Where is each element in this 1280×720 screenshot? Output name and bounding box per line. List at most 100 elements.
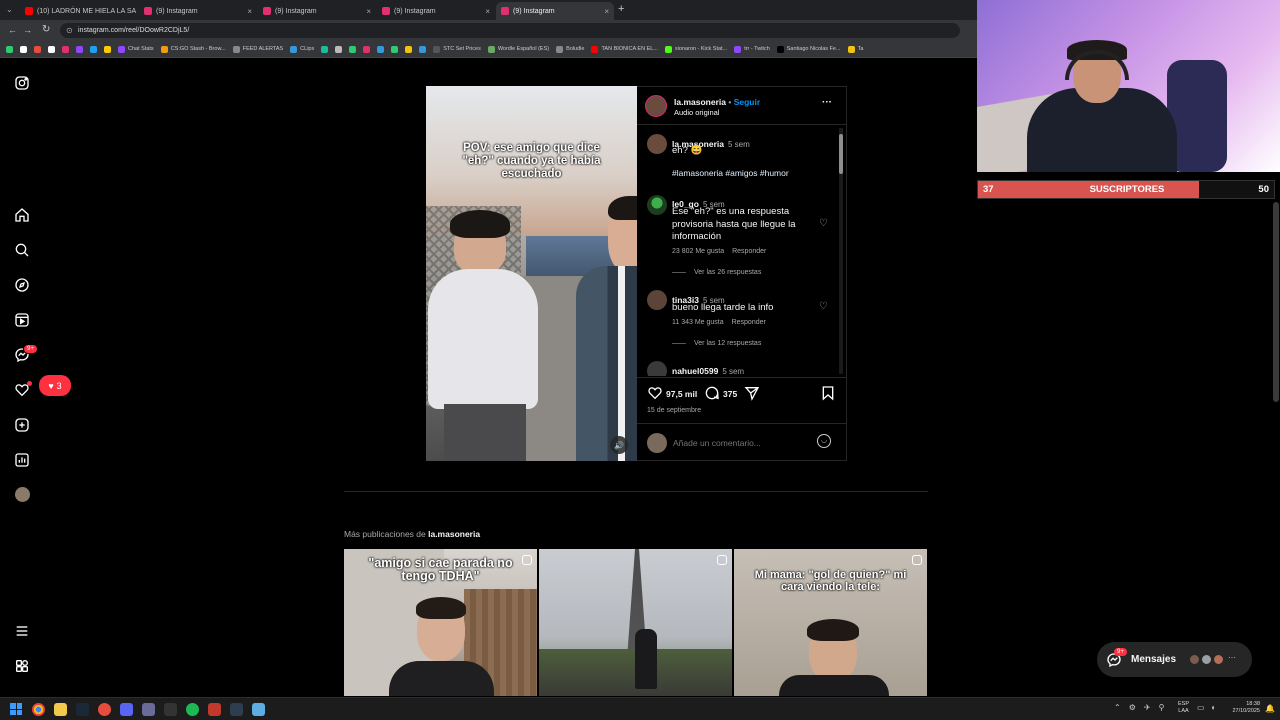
bookmark-item[interactable] <box>377 45 385 53</box>
reply-button[interactable]: Responder <box>732 248 766 255</box>
app-icon[interactable] <box>142 703 155 716</box>
nav-buttons[interactable]: ←→ <box>8 25 38 35</box>
audio-label[interactable]: Audio original <box>674 108 719 117</box>
caption-hashtags[interactable]: #lamasoneria #amigos #humor <box>672 168 789 178</box>
reel-video[interactable]: POV: ese amigo que dice "eh?" cuando ya … <box>426 86 637 461</box>
post-thumbnail[interactable]: "amigo si cae parada no tengo TDHA" <box>344 549 537 696</box>
comment-like-icon[interactable]: ♡ <box>819 301 828 312</box>
network-sound-icons[interactable]: ▭◖ <box>1197 703 1221 712</box>
home-icon[interactable] <box>14 207 30 223</box>
save-bookmark-icon[interactable] <box>820 385 836 401</box>
share-send-icon[interactable] <box>744 385 760 401</box>
browser-tab[interactable]: (9) Instagram × <box>258 2 376 20</box>
bookmark-item[interactable]: Ta <box>847 45 863 53</box>
notifications-popup[interactable]: ♥ 3 <box>39 375 71 396</box>
system-tray-icons[interactable]: ⌃⚙✈⚲ <box>1114 703 1172 712</box>
bookmark-item[interactable]: STC Set Prices <box>433 45 481 53</box>
emoji-icon[interactable]: ◡ <box>817 434 831 448</box>
profile-avatar[interactable] <box>15 487 30 502</box>
reload-icon[interactable]: ↻ <box>42 24 50 35</box>
caption-avatar[interactable] <box>647 134 667 154</box>
post-thumbnail[interactable]: Mi mama: "gol de quien?" mi cara viendo … <box>734 549 927 696</box>
tab-close-icon[interactable]: × <box>247 7 252 16</box>
steam-icon[interactable] <box>76 703 89 716</box>
reply-button[interactable]: Responder <box>732 319 766 326</box>
bookmark-item[interactable] <box>419 45 427 53</box>
bookmark-item[interactable] <box>34 45 41 53</box>
bookmark-item[interactable] <box>335 45 343 53</box>
app-icon[interactable] <box>164 703 177 716</box>
bookmark-item[interactable] <box>349 45 357 53</box>
view-replies-button[interactable]: Ver las 26 respuestas <box>694 269 761 276</box>
bookmark-item[interactable]: Chat Stats <box>118 45 154 53</box>
comment-bubble-icon[interactable] <box>704 385 720 401</box>
comments-scrollbar-thumb[interactable] <box>839 134 843 174</box>
comments-count[interactable]: 375 <box>723 389 737 399</box>
file-explorer-icon[interactable] <box>54 703 67 716</box>
bookmark-item[interactable] <box>76 45 83 53</box>
browser-tab[interactable]: (9) Instagram × <box>377 2 495 20</box>
bookmark-item[interactable] <box>48 45 55 53</box>
reels-icon[interactable] <box>14 312 30 328</box>
bookmark-item[interactable] <box>391 45 399 53</box>
also-from-meta-icon[interactable] <box>14 658 30 674</box>
bookmark-item[interactable] <box>321 45 329 53</box>
messages-pill[interactable]: 9+ Mensajes ··· <box>1097 642 1252 677</box>
bookmark-item[interactable]: CS:GO Stash - Brow... <box>160 45 226 53</box>
bookmark-item[interactable] <box>90 45 97 53</box>
browser-tab[interactable]: (9) Instagram × <box>139 2 257 20</box>
comment-avatar[interactable] <box>647 195 667 215</box>
likes-count[interactable]: 97,5 mil <box>666 389 697 399</box>
search-icon[interactable] <box>14 242 30 258</box>
bookmark-item[interactable]: TAN BIONICA EN EL... <box>591 45 658 53</box>
bookmark-item[interactable] <box>363 45 371 53</box>
browser-tab[interactable]: (10) LADRÓN ME HIELA LA SA× <box>20 2 138 20</box>
post-thumbnail[interactable] <box>539 549 732 696</box>
follow-button[interactable]: Seguir <box>734 97 760 107</box>
author-username[interactable]: la.masoneria <box>674 97 726 107</box>
sound-toggle-icon[interactable]: 🔊 <box>610 436 628 454</box>
bookmark-item[interactable] <box>62 45 69 53</box>
chrome-icon[interactable] <box>32 703 45 716</box>
bookmark-item[interactable] <box>104 45 111 53</box>
bookmark-item[interactable] <box>20 45 27 53</box>
comment-username[interactable]: nahuel0599 <box>672 366 718 376</box>
view-replies-button[interactable]: Ver las 12 respuestas <box>694 340 761 347</box>
bookmark-item[interactable] <box>405 45 413 53</box>
like-heart-icon[interactable] <box>647 385 663 401</box>
app-icon[interactable] <box>98 703 111 716</box>
notification-bell-icon[interactable]: 🔔 <box>1265 704 1275 713</box>
tab-search-icon[interactable]: ⌄ <box>6 5 13 14</box>
new-tab-button[interactable]: + <box>618 3 624 15</box>
tab-close-icon[interactable]: × <box>604 7 609 16</box>
page-scrollbar[interactable] <box>1273 202 1279 402</box>
browser-tab[interactable]: (9) Instagram × <box>496 2 614 20</box>
explore-compass-icon[interactable] <box>14 277 30 293</box>
comment-avatar[interactable] <box>647 290 667 310</box>
author-avatar[interactable] <box>645 95 667 117</box>
dashboard-icon[interactable] <box>14 452 30 468</box>
app-icon[interactable] <box>252 703 265 716</box>
create-plus-icon[interactable] <box>14 417 30 433</box>
bookmark-item[interactable] <box>6 45 13 53</box>
spotify-icon[interactable] <box>186 703 199 716</box>
comment-avatar[interactable] <box>647 361 667 376</box>
windows-start-icon[interactable] <box>10 703 22 715</box>
tab-close-icon[interactable]: × <box>485 7 490 16</box>
bookmark-item[interactable]: Wordle Español (ES) <box>487 45 549 53</box>
comment-likes[interactable]: 23 802 Me gusta <box>672 248 724 255</box>
language-indicator[interactable]: ESP LAA <box>1178 701 1189 715</box>
app-icon[interactable] <box>230 703 243 716</box>
bookmark-item[interactable]: sionaron - Kick Stat... <box>664 45 727 53</box>
tab-close-icon[interactable]: × <box>366 7 371 16</box>
discord-icon[interactable] <box>120 703 133 716</box>
comment-like-icon[interactable]: ♡ <box>819 218 828 229</box>
clock[interactable]: 18:38 27/10/2025 <box>1226 701 1260 715</box>
site-info-icon[interactable]: ⊙ <box>66 23 73 38</box>
bookmark-item[interactable]: CLips <box>290 45 314 53</box>
more-posts-username[interactable]: la.masoneria <box>428 529 480 539</box>
bookmark-item[interactable]: Santiago Nicolas Fe... <box>776 45 841 53</box>
more-options-icon[interactable]: ··· <box>822 97 832 108</box>
comment-input[interactable] <box>673 434 813 452</box>
bookmark-item[interactable]: trr - Twitch <box>734 45 770 53</box>
